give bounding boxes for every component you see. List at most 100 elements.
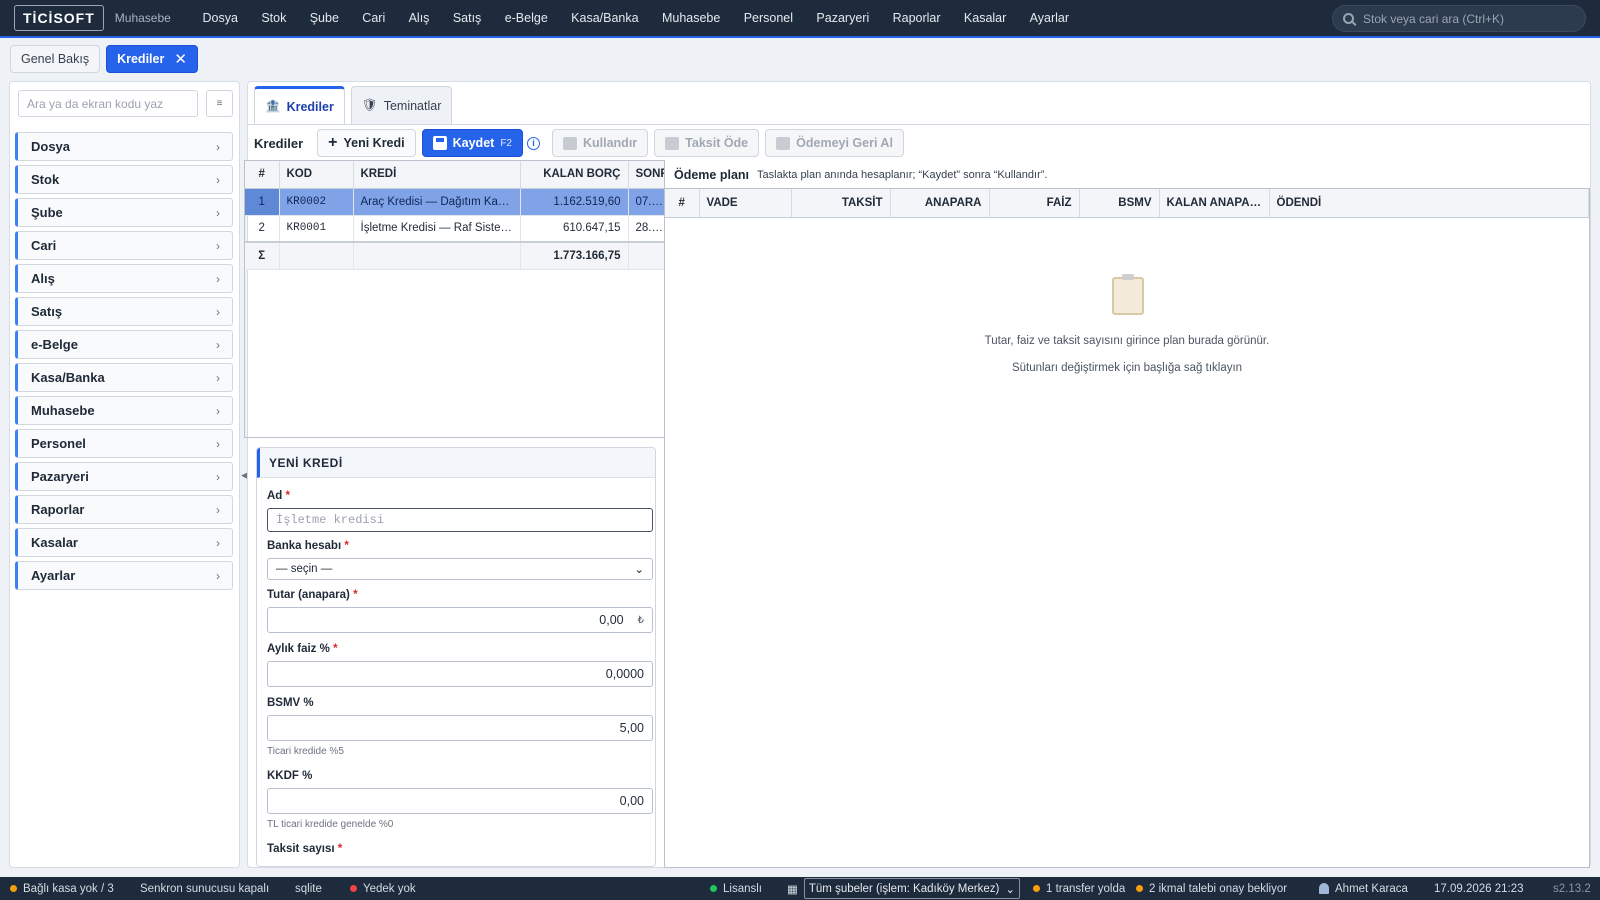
column-header[interactable]: KOD	[279, 161, 354, 189]
column-header[interactable]: VADE	[699, 189, 792, 218]
grid-header-row: # VADE TAKSİT ANAPARA FAİZ BSMV KALAN AN…	[665, 189, 1589, 218]
status-datetime: 17.09.2026 21:23	[1434, 877, 1524, 900]
tab-teminatlar[interactable]: 🛡 Teminatlar	[350, 86, 453, 124]
sidebar-item-kasa-banka[interactable]: Kasa/Banka ›	[15, 363, 233, 392]
menu-alis[interactable]: Alış	[397, 11, 441, 25]
sidebar-search-input[interactable]: Ara ya da ekran kodu yaz	[18, 90, 198, 117]
amount-input[interactable]: 0,00 ₺	[267, 607, 653, 633]
sidebar-item-label: Stok	[31, 172, 60, 187]
sidebar-item-sube[interactable]: Şube ›	[15, 198, 233, 227]
menu-kasa-banka[interactable]: Kasa/Banka	[559, 11, 650, 25]
menu-kasalar[interactable]: Kasalar	[952, 11, 1018, 25]
menu-cari[interactable]: Cari	[351, 11, 397, 25]
undo-payment-button[interactable]: Ödemeyi Geri Al	[765, 129, 904, 157]
chevron-right-icon: ›	[216, 568, 220, 583]
status-text: Senkron sunucusu kapalı	[140, 882, 270, 895]
chevron-right-icon: ›	[216, 436, 220, 451]
sidebar-item-ayarlar[interactable]: Ayarlar ›	[15, 561, 233, 590]
tab-krediler[interactable]: 🏦 Krediler	[254, 86, 345, 124]
sidebar-item-personel[interactable]: Personel ›	[15, 429, 233, 458]
column-header[interactable]: #	[665, 189, 700, 218]
chevron-right-icon: ›	[216, 139, 220, 154]
status-transfer[interactable]: 1 transfer yolda	[1033, 877, 1125, 900]
tab-label: Teminatlar	[383, 98, 442, 113]
bsmv-input[interactable]: 5,00	[267, 715, 653, 741]
save-button[interactable]: Kaydet F2	[421, 129, 523, 157]
chevron-right-icon: ›	[216, 205, 220, 220]
close-icon[interactable]: ✕	[174, 50, 187, 68]
menu-personel[interactable]: Personel	[732, 11, 805, 25]
name-input[interactable]: İşletme kredisi	[267, 508, 653, 532]
menu-ayarlar[interactable]: Ayarlar	[1018, 11, 1081, 25]
bank-select[interactable]: — seçin — ⌄	[267, 558, 653, 580]
column-header[interactable]: ÖDENDİ	[1269, 189, 1589, 218]
global-search-input[interactable]: Stok veya cari ara (Ctrl+K)	[1332, 5, 1586, 32]
required-mark: *	[353, 589, 358, 601]
sum-symbol: Σ	[245, 241, 280, 270]
use-credit-button[interactable]: Kullandır	[551, 129, 649, 157]
branch-select[interactable]: Tüm şubeler (işlem: Kadıköy Merkez) ⌄	[803, 878, 1020, 899]
column-header[interactable]: KALAN BORÇ	[520, 161, 629, 189]
menu-ebelge[interactable]: e-Belge	[493, 11, 559, 25]
chevron-right-icon: ›	[216, 502, 220, 517]
sidebar-item-pazaryeri[interactable]: Pazaryeri ›	[15, 462, 233, 491]
sidebar-item-label: Personel	[31, 436, 86, 451]
column-header[interactable]: KALAN ANAPARA	[1159, 189, 1270, 218]
sidebar-item-ebelge[interactable]: e-Belge ›	[15, 330, 233, 359]
sidebar-item-cari[interactable]: Cari ›	[15, 231, 233, 260]
status-dot	[1136, 885, 1143, 892]
top-navbar: TİCİSOFT Muhasebe Dosya Stok Şube Cari A…	[0, 0, 1600, 38]
status-user[interactable]: Ahmet Karaca	[1319, 877, 1408, 900]
app-logo[interactable]: TİCİSOFT	[14, 5, 104, 31]
table-row[interactable]: 1 KR0002 Araç Kredisi — Dağıtım Kamyonet…	[245, 188, 664, 216]
required-mark: *	[337, 843, 343, 855]
sidebar-item-kasalar[interactable]: Kasalar ›	[15, 528, 233, 557]
sidebar-item-dosya[interactable]: Dosya ›	[15, 132, 233, 161]
column-header[interactable]: KREDİ	[353, 161, 521, 189]
list-icon[interactable]: ≡	[206, 90, 233, 117]
column-hint: Sütunları değiştirmek için başlığa sağ t…	[1011, 362, 1243, 374]
column-header[interactable]: FAİZ	[989, 189, 1080, 218]
currency-symbol: ₺	[637, 614, 644, 626]
rate-input[interactable]: 0,0000	[267, 661, 653, 687]
label-text: Ad	[267, 490, 283, 502]
column-header[interactable]: #	[245, 161, 280, 189]
status-branch: ▦ Tüm şubeler (işlem: Kadıköy Merkez) ⌄	[787, 877, 1020, 900]
menu-sube[interactable]: Şube	[298, 11, 351, 25]
menu-muhasebe[interactable]: Muhasebe	[650, 11, 732, 25]
status-supply[interactable]: 2 ikmal talebi onay bekliyor	[1136, 877, 1287, 900]
page-tab-krediler[interactable]: Krediler ✕	[106, 45, 198, 73]
sidebar-item-raporlar[interactable]: Raporlar ›	[15, 495, 233, 524]
status-text: 2 ikmal talebi onay bekliyor	[1149, 882, 1288, 895]
menu-satis[interactable]: Satış	[441, 11, 493, 25]
sidebar-item-label: Şube	[31, 205, 63, 220]
menu-pazaryeri[interactable]: Pazaryeri	[805, 11, 881, 25]
sidebar-item-muhasebe[interactable]: Muhasebe ›	[15, 396, 233, 425]
menu-dosya[interactable]: Dosya	[191, 11, 250, 25]
button-label: Yeni Kredi	[343, 136, 405, 150]
column-header[interactable]: TAKSİT	[791, 189, 891, 218]
sidebar-item-label: e-Belge	[31, 337, 78, 352]
column-header[interactable]: BSMV	[1079, 189, 1160, 218]
sum-empty	[279, 241, 354, 270]
new-credit-button[interactable]: + Yeni Kredi	[317, 129, 416, 157]
sidebar-item-satis[interactable]: Satış ›	[15, 297, 233, 326]
menu-raporlar[interactable]: Raporlar	[881, 11, 952, 25]
required-mark: *	[333, 643, 338, 655]
column-header[interactable]: ANAPARA	[890, 189, 990, 218]
menu-stok[interactable]: Stok	[250, 11, 298, 25]
sidebar-item-alis[interactable]: Alış ›	[15, 264, 233, 293]
pay-installment-button[interactable]: Taksit Öde	[654, 129, 760, 157]
user-icon	[1319, 883, 1329, 894]
kkdf-input[interactable]: 0,00	[267, 788, 653, 814]
page-tab-genel-bakis[interactable]: Genel Bakış	[10, 45, 101, 73]
main-panel: 🏦 Krediler 🛡 Teminatlar Krediler + Yeni …	[244, 81, 1591, 868]
sidebar-item-stok[interactable]: Stok ›	[15, 165, 233, 194]
page-tab-label: Genel Bakış	[21, 52, 90, 66]
info-icon[interactable]: i	[526, 136, 540, 150]
status-text: sqlite	[295, 882, 322, 895]
status-backup[interactable]: Yedek yok	[350, 877, 416, 900]
table-row[interactable]: 2 KR0001 İşletme Kredisi — Raf Sistemi 6…	[245, 215, 664, 243]
tab-label: Krediler	[286, 99, 334, 114]
column-header[interactable]: SONRAKİ	[628, 161, 664, 189]
